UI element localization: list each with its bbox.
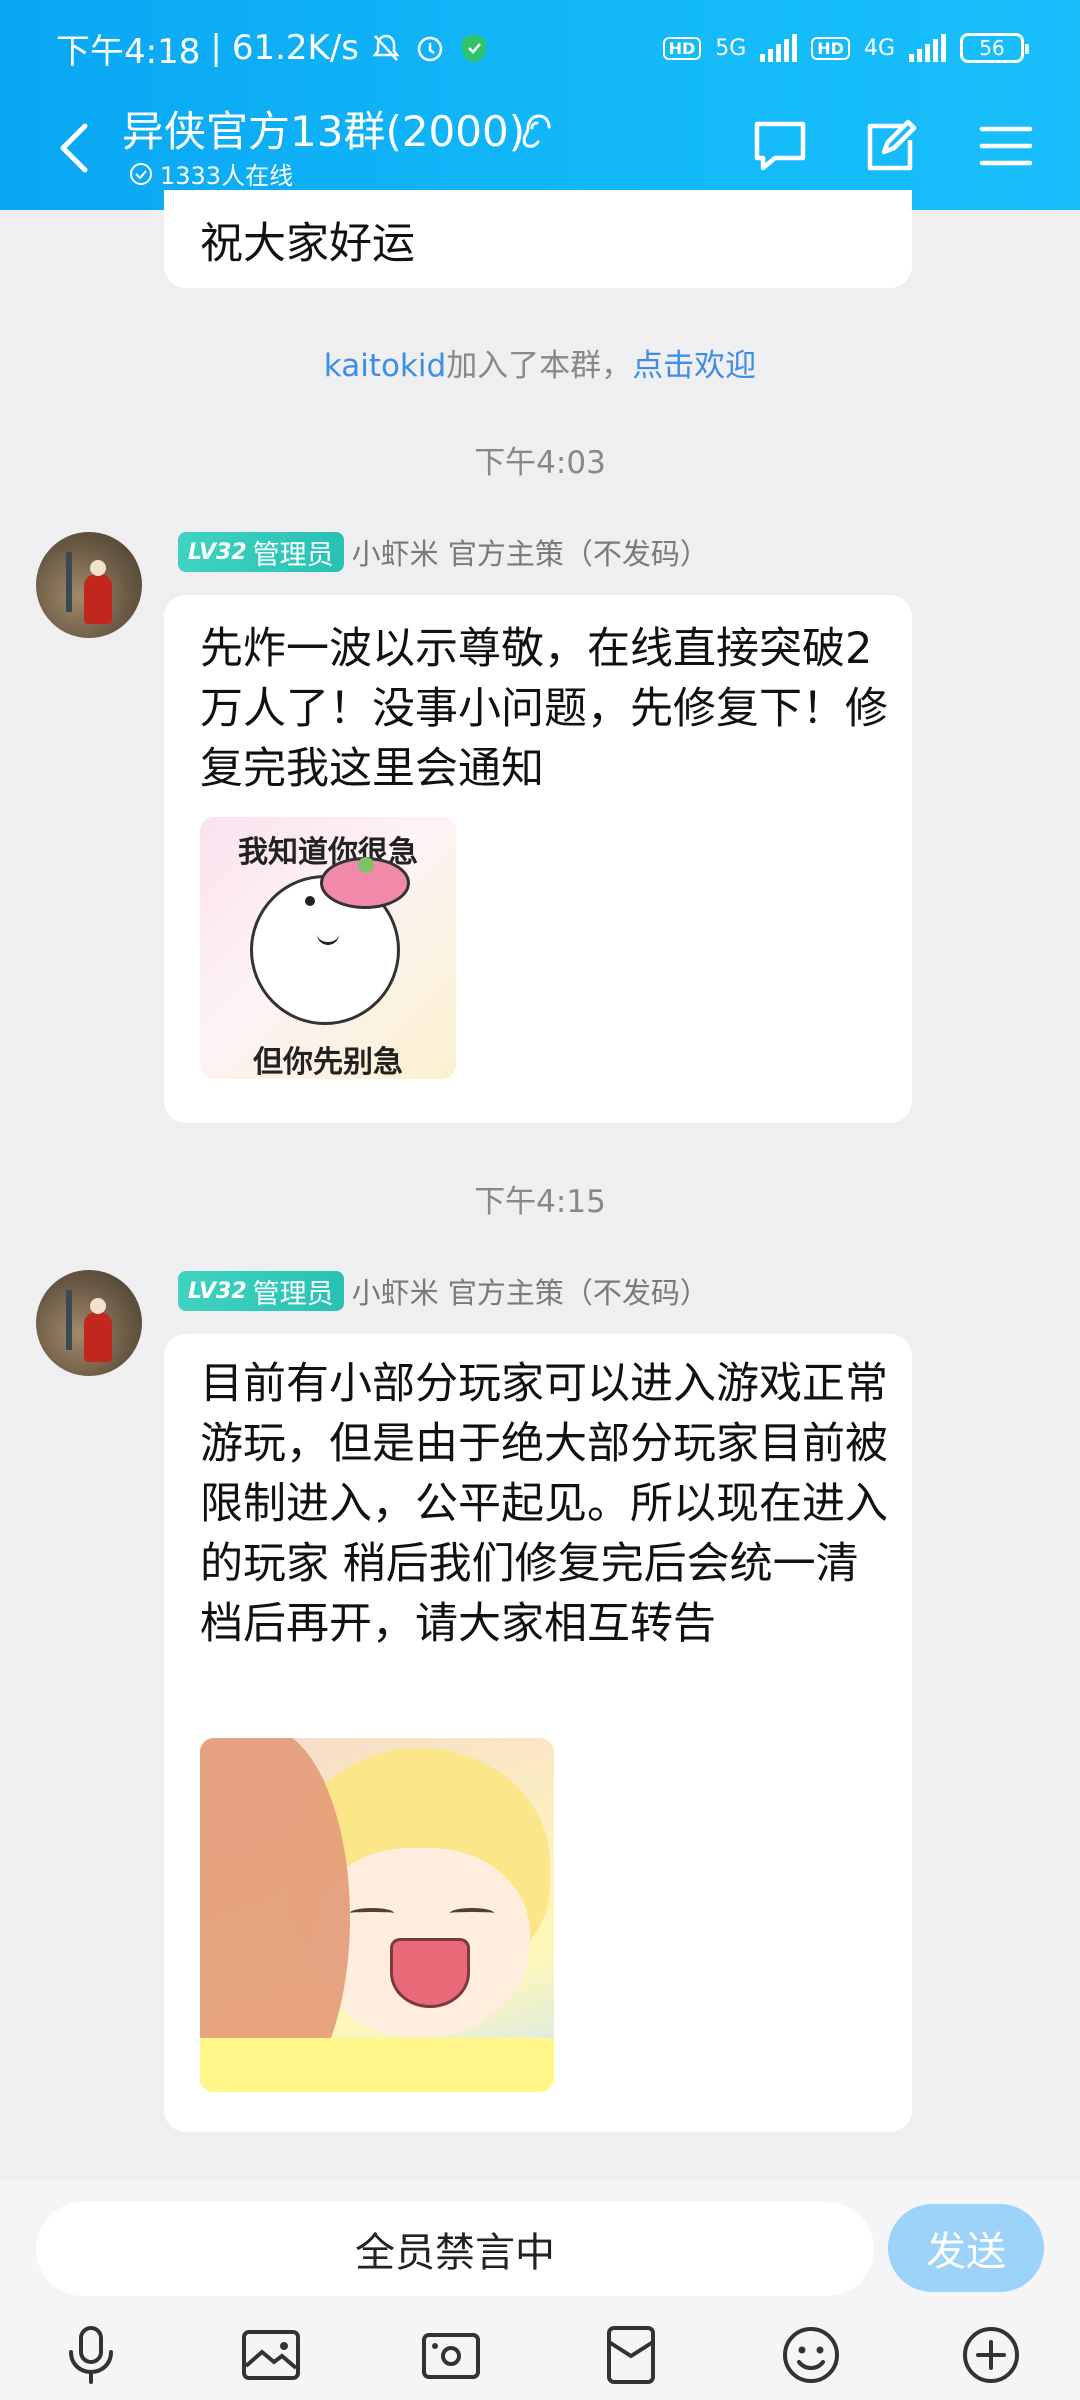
sticker-image[interactable]: 我知道你很急 但你先别急 (200, 817, 456, 1079)
online-check-icon (130, 162, 152, 185)
chat-icon[interactable] (748, 114, 812, 178)
sender-name-2[interactable]: 小虾米 官方主策（不发码） (352, 1270, 709, 1312)
network-label-4g: 4G (863, 35, 895, 61)
level-label: LV32 (188, 539, 247, 565)
plus-icon[interactable] (956, 2320, 1026, 2390)
ear-icon[interactable] (512, 104, 552, 154)
emoji-icon[interactable] (776, 2320, 846, 2390)
join-notice-text: 加入了本群， (446, 348, 633, 384)
sender-row: LV32 管理员 小虾米 官方主策（不发码） (178, 531, 709, 573)
message-bubble-2[interactable]: 目前有小部分玩家可以进入游戏正常游玩，但是由于绝大部分玩家目前被限制进入，公平起… (164, 1334, 912, 2132)
menu-icon[interactable] (974, 114, 1038, 178)
sender-name[interactable]: 小虾米 官方主策（不发码） (352, 531, 709, 573)
group-title[interactable]: 异侠官方13群(2000) (122, 98, 525, 159)
network-label-5g: 5G (715, 35, 747, 61)
hd-badge: HD (662, 36, 702, 60)
battery-icon: 56 (960, 33, 1029, 63)
level-badge-2: LV32 管理员 (178, 1271, 344, 1311)
previous-message-bubble: 祝大家好运 (164, 190, 912, 288)
shield-icon (457, 31, 491, 65)
mic-icon[interactable] (56, 2320, 126, 2390)
image-icon[interactable] (236, 2320, 306, 2390)
send-button[interactable]: 发送 (888, 2204, 1044, 2292)
status-time: 下午4:18 (56, 31, 201, 72)
hd-badge-2: HD (811, 36, 850, 60)
message-input-muted[interactable]: 全员禁言中 (36, 2202, 874, 2296)
input-bar: 全员禁言中 发送 (0, 2180, 1080, 2400)
message-bubble[interactable]: 先炸一波以示尊敬，在线直接突破2万人了！没事小问题，先修复下！修复完我这里会通知… (164, 595, 912, 1123)
online-count-label: 1333人在线 (160, 162, 294, 190)
level-badge: LV32 管理员 (178, 532, 344, 572)
back-arrow-icon[interactable] (52, 118, 96, 178)
avatar-2[interactable] (36, 1270, 142, 1376)
mute-bell-icon (369, 31, 403, 65)
camera-icon[interactable] (416, 2320, 486, 2390)
status-speed: 61.2K/s (231, 28, 359, 68)
join-user-link[interactable]: kaitokid (324, 348, 446, 384)
alarm-icon (413, 31, 447, 65)
edit-icon[interactable] (858, 114, 922, 178)
welcome-link[interactable]: 点击欢迎 (632, 348, 756, 384)
status-bar: 下午4:18 | 61.2K/s HD 5G HD 4G 56 (0, 0, 1080, 96)
redpacket-icon[interactable] (596, 2320, 666, 2390)
avatar[interactable] (36, 532, 142, 638)
role-label: 管理员 (252, 539, 334, 571)
signal-icon (760, 34, 798, 62)
timestamp: 下午4:03 (474, 445, 606, 481)
timestamp-2: 下午4:15 (474, 1184, 606, 1220)
previous-message-text: 祝大家好运 (200, 219, 415, 269)
message-text-2: 目前有小部分玩家可以进入游戏正常游玩，但是由于绝大部分玩家目前被限制进入，公平起… (200, 1359, 888, 1649)
message-text: 先炸一波以示尊敬，在线直接突破2万人了！没事小问题，先修复下！修复完我这里会通知 (200, 624, 888, 794)
signal-icon-2 (909, 34, 946, 62)
join-notice: kaitokid加入了本群，点击欢迎 (0, 340, 1080, 385)
online-count: 1333人在线 (128, 156, 293, 191)
sender-row-2: LV32 管理员 小虾米 官方主策（不发码） (178, 1270, 709, 1312)
app-header: 下午4:18 | 61.2K/s HD 5G HD 4G 56 异侠官方13群(… (0, 0, 1080, 210)
role-label-2: 管理员 (252, 1278, 334, 1310)
level-label-2: LV32 (188, 1278, 247, 1304)
sticker-caption-bottom: 但你先别急 (253, 1045, 403, 1079)
sticker-image-2[interactable] (200, 1738, 554, 2092)
